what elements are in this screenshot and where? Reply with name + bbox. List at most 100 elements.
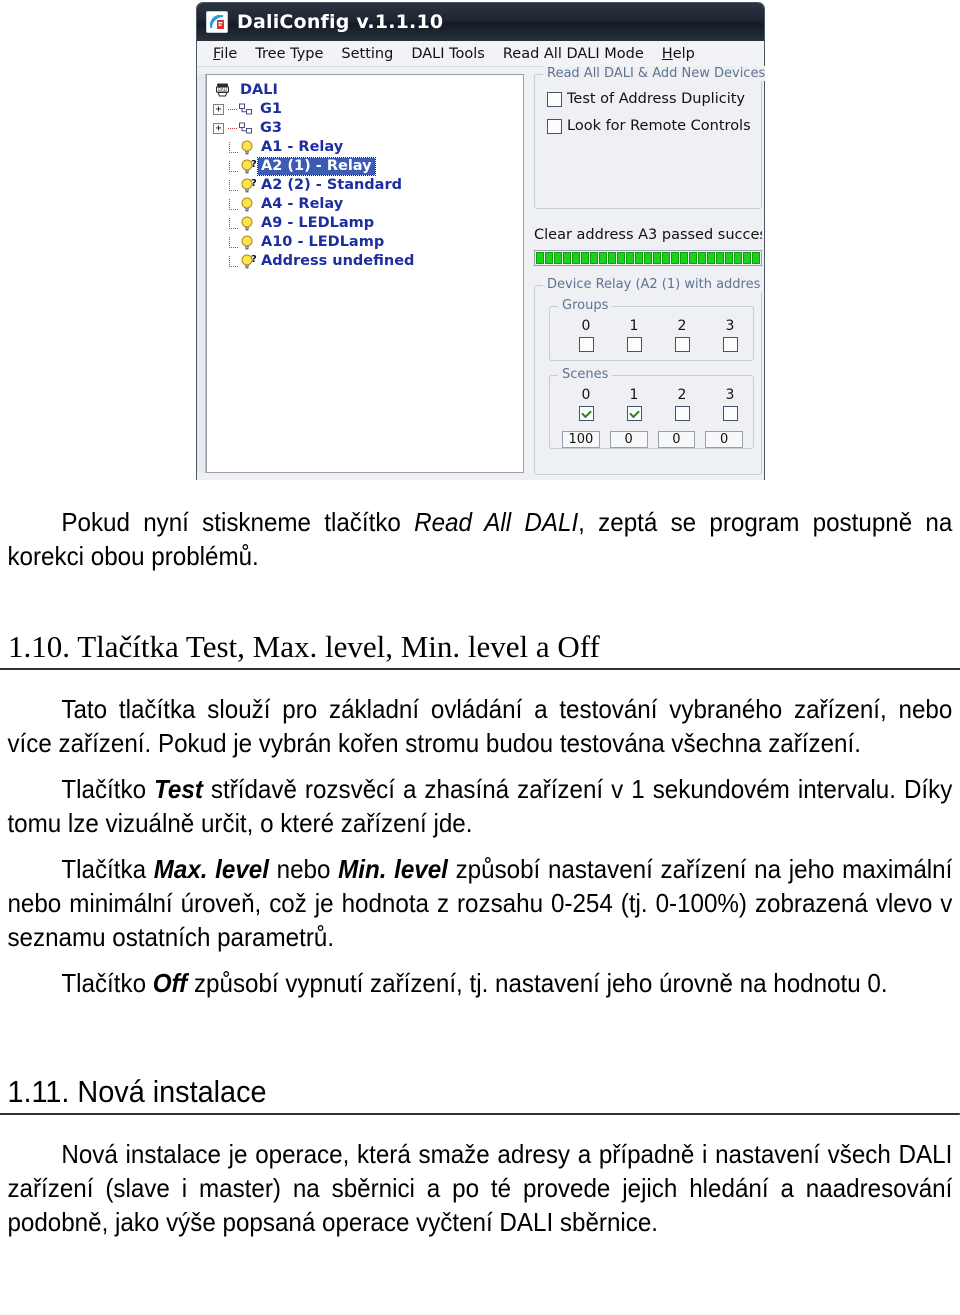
tree-item-a10-ledlamp[interactable]: A10 - LEDLamp: [213, 233, 523, 252]
paragraph-test-button: Tlačítko Test střídavě rozsvěcí a zhasín…: [0, 772, 960, 840]
group-checkbox-0[interactable]: [578, 337, 594, 352]
tree-item-label: DALI: [240, 82, 278, 98]
progress-segment: [644, 252, 652, 264]
tree-scrollbar[interactable]: [197, 74, 206, 473]
group-checkbox-3[interactable]: [722, 337, 738, 352]
tree-line: [228, 127, 237, 130]
group-cell-2: 2: [658, 318, 706, 352]
tree-line: [229, 237, 238, 248]
device-tree-list[interactable]: DALI DALI +G1+G3A1 - Relay?A2 (1) - Relay?…: [207, 75, 523, 271]
tree-item-a2-2-standard[interactable]: ? A2 (2) - Standard: [213, 176, 523, 195]
menu-item-read-all-dali-mode[interactable]: Read All DALI Mode: [494, 45, 653, 63]
tree-item-dali[interactable]: DALI DALI: [213, 81, 523, 100]
application-window: DaliConfig v.1.1.10 File Tree Type Setti…: [196, 2, 765, 480]
menu-item-dali-tools[interactable]: DALI Tools: [402, 45, 494, 63]
group-checkbox-1[interactable]: [626, 337, 642, 352]
progress-segment: [707, 252, 715, 264]
menu-item-file[interactable]: File: [204, 45, 246, 63]
menu-item-tree-type[interactable]: Tree Type: [246, 45, 332, 63]
tree-line: [229, 256, 238, 267]
tree-line: [229, 161, 238, 172]
lamp-unknown-icon: ?: [239, 158, 257, 175]
menu-item-help[interactable]: Help: [653, 45, 704, 63]
heading-1-10: 1.10. Tlačítka Test, Max. level, Min. le…: [0, 629, 960, 670]
scene-value-field-2[interactable]: 0: [657, 431, 696, 448]
scene-cell-0: 0: [562, 387, 610, 421]
status-message: Clear address A3 passed successfull: [534, 227, 762, 243]
scenes-cells[interactable]: 0 1 2 3: [550, 376, 753, 429]
paragraph-off-button: Tlačítko Off způsobí vypnutí zařízení, t…: [0, 966, 960, 1000]
tree-line: [229, 199, 238, 210]
read-all-dali-legend: Read All DALI & Add New Devices: [543, 66, 765, 81]
test-of-address-duplicity-label: Test of Address Duplicity: [567, 91, 745, 107]
tree-item-a1-relay[interactable]: A1 - Relay: [213, 138, 523, 157]
groups-cells[interactable]: 0 1 2 3: [550, 307, 753, 360]
tree-line: [228, 108, 237, 111]
progress-segment: [617, 252, 625, 264]
checkbox-row-remote-controls[interactable]: Look for Remote Controls: [547, 118, 761, 134]
scene-value-field-3[interactable]: 0: [705, 431, 743, 448]
group-cell-3: 3: [706, 318, 754, 352]
paragraph-max-min-level: Tlačítka Max. level nebo Min. level způs…: [0, 852, 960, 954]
p4-em2: Min. level: [338, 854, 448, 884]
p4-part2: nebo: [268, 854, 339, 884]
menu-bar[interactable]: File Tree Type Setting DALI Tools Read A…: [197, 41, 764, 67]
scene-value-field-1[interactable]: 0: [609, 431, 648, 448]
look-for-remote-controls-label: Look for Remote Controls: [567, 118, 751, 134]
tree-item-address-undefined[interactable]: ? Address undefined: [213, 252, 523, 271]
scene-value-field-0[interactable]: 100: [562, 431, 600, 448]
progress-segment: [680, 252, 688, 264]
p4-em1: Max. level: [153, 854, 269, 884]
paragraph-read-all-dali: Pokud nyní stiskneme tlačítko Read All D…: [0, 505, 960, 573]
tree-item-a4-relay[interactable]: A4 - Relay: [213, 195, 523, 214]
heading-1-11: 1.11. Nová instalace: [0, 1074, 960, 1115]
svg-text:DALI: DALI: [218, 87, 227, 92]
progress-segment: [653, 252, 661, 264]
progress-segment: [572, 252, 580, 264]
device-parameters-group: Device Relay (A2 (1) with addres Groups …: [534, 277, 765, 475]
groups-legend: Groups: [558, 298, 613, 313]
tree-item-label: A9 - LEDLamp: [261, 215, 375, 231]
progress-segment: [725, 252, 733, 264]
group-number-label: 1: [629, 318, 639, 334]
group-checkbox-2[interactable]: [674, 337, 690, 352]
look-for-remote-controls-checkbox[interactable]: [547, 118, 562, 134]
progress-segment: [716, 252, 724, 264]
scene-checkbox-2[interactable]: [674, 406, 690, 421]
svg-text:?: ?: [251, 254, 256, 265]
menu-item-setting[interactable]: Setting: [332, 45, 402, 63]
test-of-address-duplicity-checkbox[interactable]: [547, 91, 562, 107]
scene-checkbox-1[interactable]: [626, 406, 642, 421]
tree-item-g1[interactable]: + G1: [213, 100, 523, 119]
group-number-label: 0: [581, 318, 591, 334]
tree-item-label: A4 - Relay: [261, 196, 344, 212]
device-parameters-legend: Device Relay (A2 (1) with addres: [543, 277, 765, 292]
scene-checkbox-3[interactable]: [722, 406, 738, 421]
group-cell-0: 0: [562, 318, 610, 352]
scene-number-label: 0: [581, 387, 591, 403]
scenes-box: Scenes 0123 100 0 0 0: [549, 367, 754, 449]
p2-text: Tato tlačítka slouží pro základní ovládá…: [7, 694, 953, 758]
lamp-unknown-icon: ?: [239, 253, 257, 270]
group-icon: [238, 101, 255, 118]
p5-part2: způsobí vypnutí zařízení, tj. nastavení …: [187, 968, 888, 998]
lamp-unknown-icon: ?: [239, 177, 257, 194]
tree-expander-icon[interactable]: +: [213, 123, 224, 134]
progress-segment: [536, 252, 544, 264]
checkbox-row-address-duplicity[interactable]: Test of Address Duplicity: [547, 91, 761, 107]
progress-segment: [545, 252, 553, 264]
tree-expander-icon[interactable]: +: [213, 104, 224, 115]
scene-number-label: 1: [629, 387, 639, 403]
progress-segment: [734, 252, 742, 264]
p6-text: Nová instalace je operace, která smaže a…: [7, 1139, 953, 1237]
scene-checkbox-0[interactable]: [578, 406, 594, 421]
progress-segment: [626, 252, 634, 264]
tree-item-g3[interactable]: + G3: [213, 119, 523, 138]
lamp-icon: [239, 234, 256, 251]
device-tree-panel[interactable]: DALI DALI +G1+G3A1 - Relay?A2 (1) - Relay?…: [206, 74, 524, 473]
tree-item-a9-ledlamp[interactable]: A9 - LEDLamp: [213, 214, 523, 233]
tree-item-a2-1-relay[interactable]: ?A2 (1) - Relay: [213, 157, 523, 176]
progress-segment: [599, 252, 607, 264]
scenes-value-row[interactable]: 100 0 0 0: [550, 429, 753, 448]
group-icon: [238, 120, 255, 137]
